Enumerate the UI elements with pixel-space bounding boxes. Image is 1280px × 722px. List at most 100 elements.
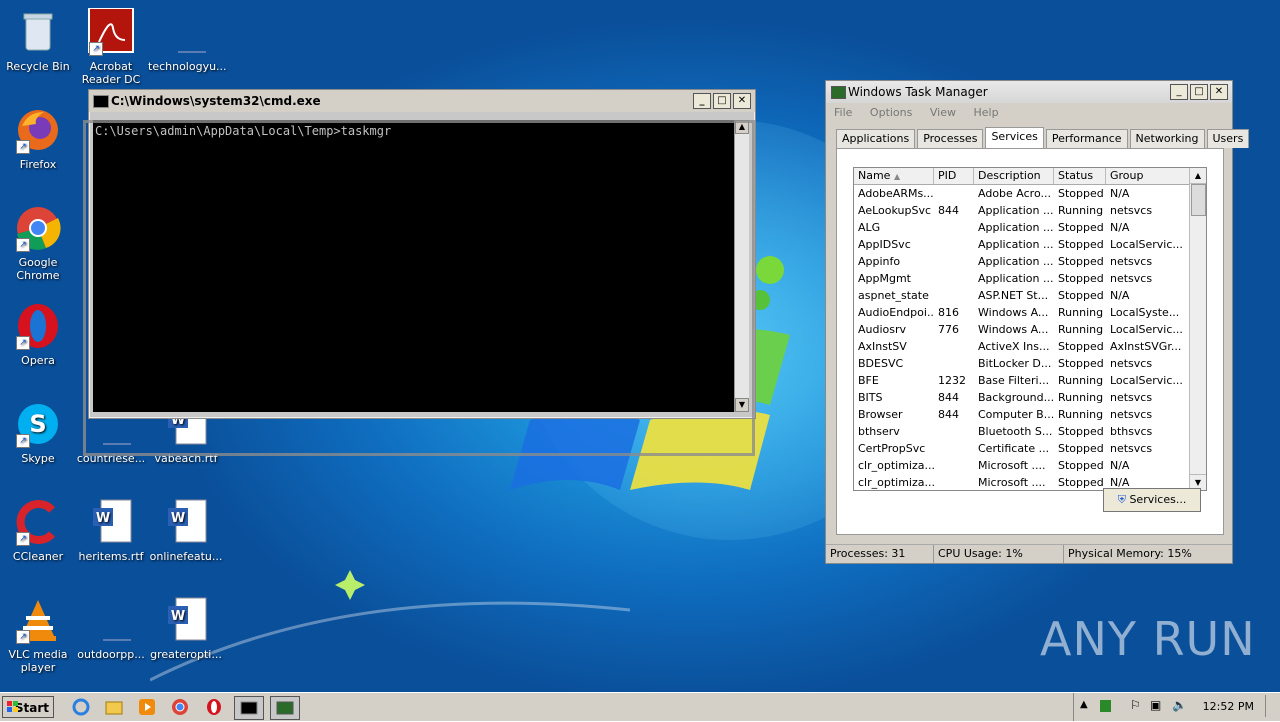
file-explorer-icon[interactable] xyxy=(105,698,123,716)
network-icon[interactable]: ▣ xyxy=(1150,698,1161,712)
minimize-button[interactable]: _ xyxy=(693,93,711,109)
scroll-up-icon[interactable]: ▲ xyxy=(735,120,749,134)
cell-status: Running xyxy=(1058,204,1104,217)
desktop-icon-label: VLC media player xyxy=(8,648,68,674)
scroll-thumb[interactable] xyxy=(1191,184,1206,216)
column-header-description[interactable]: Description xyxy=(974,168,1054,184)
column-header-status[interactable]: Status xyxy=(1054,168,1106,184)
maximize-button[interactable]: □ xyxy=(1190,84,1208,100)
shortcut-arrow-icon: ↗ xyxy=(16,140,30,154)
chrome-taskbar-icon[interactable] xyxy=(171,698,189,716)
table-row[interactable]: AppMgmt Application ... Stopped netsvcs xyxy=(854,270,1206,287)
desktop-icon-technologyu-file[interactable]: technologyu... xyxy=(148,8,227,73)
table-row[interactable]: BFE 1232 Base Filteri... Running LocalServic… xyxy=(854,372,1206,389)
desktop-icon-skype[interactable]: S ↗ Skype xyxy=(0,400,76,465)
table-row[interactable]: BITS 844 Background... Running netsvcs xyxy=(854,389,1206,406)
menu-help[interactable]: Help xyxy=(973,106,998,119)
desktop-icon-greateropti-file[interactable]: W greateropti... xyxy=(148,596,224,661)
desktop-icon-vlc-player[interactable]: ↗ VLC media player xyxy=(0,596,76,674)
cell-description: Certificate ... xyxy=(978,442,1050,455)
table-row[interactable]: BDESVC BitLocker D... Stopped netsvcs xyxy=(854,355,1206,372)
maximize-button[interactable]: □ xyxy=(713,93,731,109)
desktop-icon-label: technologyu... xyxy=(148,60,227,73)
chrome-icon: ↗ xyxy=(14,204,62,252)
cell-group: LocalSyste... xyxy=(1110,306,1180,319)
tab-applications[interactable]: Applications xyxy=(836,129,916,148)
acrobat-icon: ↗ xyxy=(87,7,135,56)
task-manager-taskbar-button[interactable] xyxy=(270,696,300,720)
cell-description: Application ... xyxy=(978,255,1054,268)
cell-group: N/A xyxy=(1110,221,1130,234)
task-manager-title-bar[interactable]: Windows Task Manager _ □ ✕ xyxy=(826,81,1232,103)
tab-performance[interactable]: Performance xyxy=(1045,129,1128,148)
desktop-icon-label: greateropti... xyxy=(150,648,222,661)
cmd-console[interactable]: C:\Users\admin\AppData\Local\Temp>taskmg… xyxy=(93,120,735,412)
start-button[interactable]: Start xyxy=(2,696,54,718)
table-row[interactable]: CertPropSvc Certificate ... Stopped netsvcs xyxy=(854,440,1206,457)
table-row[interactable]: AdobeARMs... Adobe Acro... Stopped N/A xyxy=(854,185,1206,202)
close-button[interactable]: ✕ xyxy=(733,93,751,109)
table-row[interactable]: bthserv Bluetooth S... Stopped bthsvcs xyxy=(854,423,1206,440)
desktop-icon-firefox[interactable]: ↗ Firefox xyxy=(0,106,76,171)
table-row[interactable]: Audiosrv 776 Windows A... Running LocalServi… xyxy=(854,321,1206,338)
table-row[interactable]: clr_optimiza... Microsoft .... Stopped N/A xyxy=(854,457,1206,474)
scroll-down-icon[interactable]: ▼ xyxy=(735,398,749,412)
status-cpu-usage: CPU Usage: 1% xyxy=(934,545,1064,563)
desktop-icon-opera[interactable]: ↗ Opera xyxy=(0,302,76,367)
table-row[interactable]: aspnet_state ASP.NET St... Stopped N/A xyxy=(854,287,1206,304)
cmd-scrollbar[interactable]: ▲ ▼ xyxy=(734,120,749,412)
desktop-icon-recycle-bin[interactable]: Recycle Bin xyxy=(0,8,76,73)
cell-group: netsvcs xyxy=(1110,357,1153,370)
tab-services[interactable]: Services xyxy=(985,127,1044,148)
tab-users[interactable]: Users xyxy=(1206,129,1250,148)
table-row[interactable]: Browser 844 Computer B... Running netsvcs xyxy=(854,406,1206,423)
tab-processes[interactable]: Processes xyxy=(917,129,984,148)
tray-app-icon[interactable] xyxy=(1100,700,1111,712)
table-row[interactable]: AeLookupSvc 844 Application ... Running nets… xyxy=(854,202,1206,219)
internet-explorer-icon[interactable] xyxy=(72,698,90,716)
menu-options[interactable]: Options xyxy=(870,106,912,119)
sort-ascending-icon: ▲ xyxy=(893,172,901,181)
cell-group: N/A xyxy=(1110,289,1130,302)
menu-file[interactable]: File xyxy=(834,106,852,119)
cmd-taskbar-button[interactable] xyxy=(234,696,264,720)
table-row[interactable]: Appinfo Application ... Stopped netsvcs xyxy=(854,253,1206,270)
cell-status: Stopped xyxy=(1058,357,1104,370)
services-scrollbar[interactable]: ▲ ▼ xyxy=(1189,168,1206,490)
action-center-flag-icon[interactable]: ⚐ xyxy=(1130,698,1141,712)
desktop-icon-label: Google Chrome xyxy=(16,256,60,282)
clock[interactable]: 12:52 PM xyxy=(1203,700,1254,713)
table-row[interactable]: AppIDSvc Application ... Stopped LocalServi… xyxy=(854,236,1206,253)
minimize-button[interactable]: _ xyxy=(1170,84,1188,100)
cmd-window[interactable]: C:\Windows\system32\cmd.exe _ □ ✕ C:\Use… xyxy=(88,89,756,419)
tab-networking[interactable]: Networking xyxy=(1129,129,1205,148)
scroll-up-icon[interactable]: ▲ xyxy=(1190,168,1206,184)
table-row[interactable]: ALG Application ... Stopped N/A xyxy=(854,219,1206,236)
table-row[interactable]: AxInstSV ActiveX Ins... Stopped AxInstSVGr.… xyxy=(854,338,1206,355)
media-player-icon[interactable] xyxy=(138,698,156,716)
desktop-icon-outdoorpp-file[interactable]: outdoorpp... xyxy=(73,596,149,661)
opera-taskbar-icon[interactable] xyxy=(205,698,223,716)
cell-pid xyxy=(934,253,974,270)
desktop-icon-google-chrome[interactable]: ↗ Google Chrome xyxy=(0,204,76,282)
show-desktop-button[interactable] xyxy=(1265,695,1278,717)
column-header-name[interactable]: Name ▲ xyxy=(854,168,934,184)
column-header-group[interactable]: Group xyxy=(1106,168,1190,184)
close-button[interactable]: ✕ xyxy=(1210,84,1228,100)
desktop-icon-acrobat-reader[interactable]: ↗ Acrobat Reader DC xyxy=(73,7,149,86)
desktop-icon-ccleaner[interactable]: ↗ CCleaner xyxy=(0,498,76,563)
column-header-pid[interactable]: PID xyxy=(934,168,974,184)
volume-icon[interactable]: 🔈 xyxy=(1172,698,1187,712)
desktop-icon-onlinefeatu-file[interactable]: W onlinefeatu... xyxy=(148,498,224,563)
desktop-icon-label: CCleaner xyxy=(12,550,64,563)
ccleaner-icon: ↗ xyxy=(14,498,62,546)
menu-view[interactable]: View xyxy=(930,106,956,119)
desktop-icon-heritems-file[interactable]: W heritems.rtf xyxy=(73,498,149,563)
cell-description: Base Filteri... xyxy=(978,374,1050,387)
services-button[interactable]: ⛨ Services... xyxy=(1103,488,1201,512)
table-row[interactable]: AudioEndpoi... 816 Windows A... Running Loca… xyxy=(854,304,1206,321)
task-manager-window[interactable]: Windows Task Manager _ □ ✕ File Options … xyxy=(825,80,1250,564)
cmd-title-bar[interactable]: C:\Windows\system32\cmd.exe _ □ ✕ xyxy=(89,90,755,112)
services-list[interactable]: Name ▲ PID Description Status Group Adob… xyxy=(853,167,1207,491)
show-hidden-icons-icon[interactable]: ▲ xyxy=(1080,699,1088,710)
